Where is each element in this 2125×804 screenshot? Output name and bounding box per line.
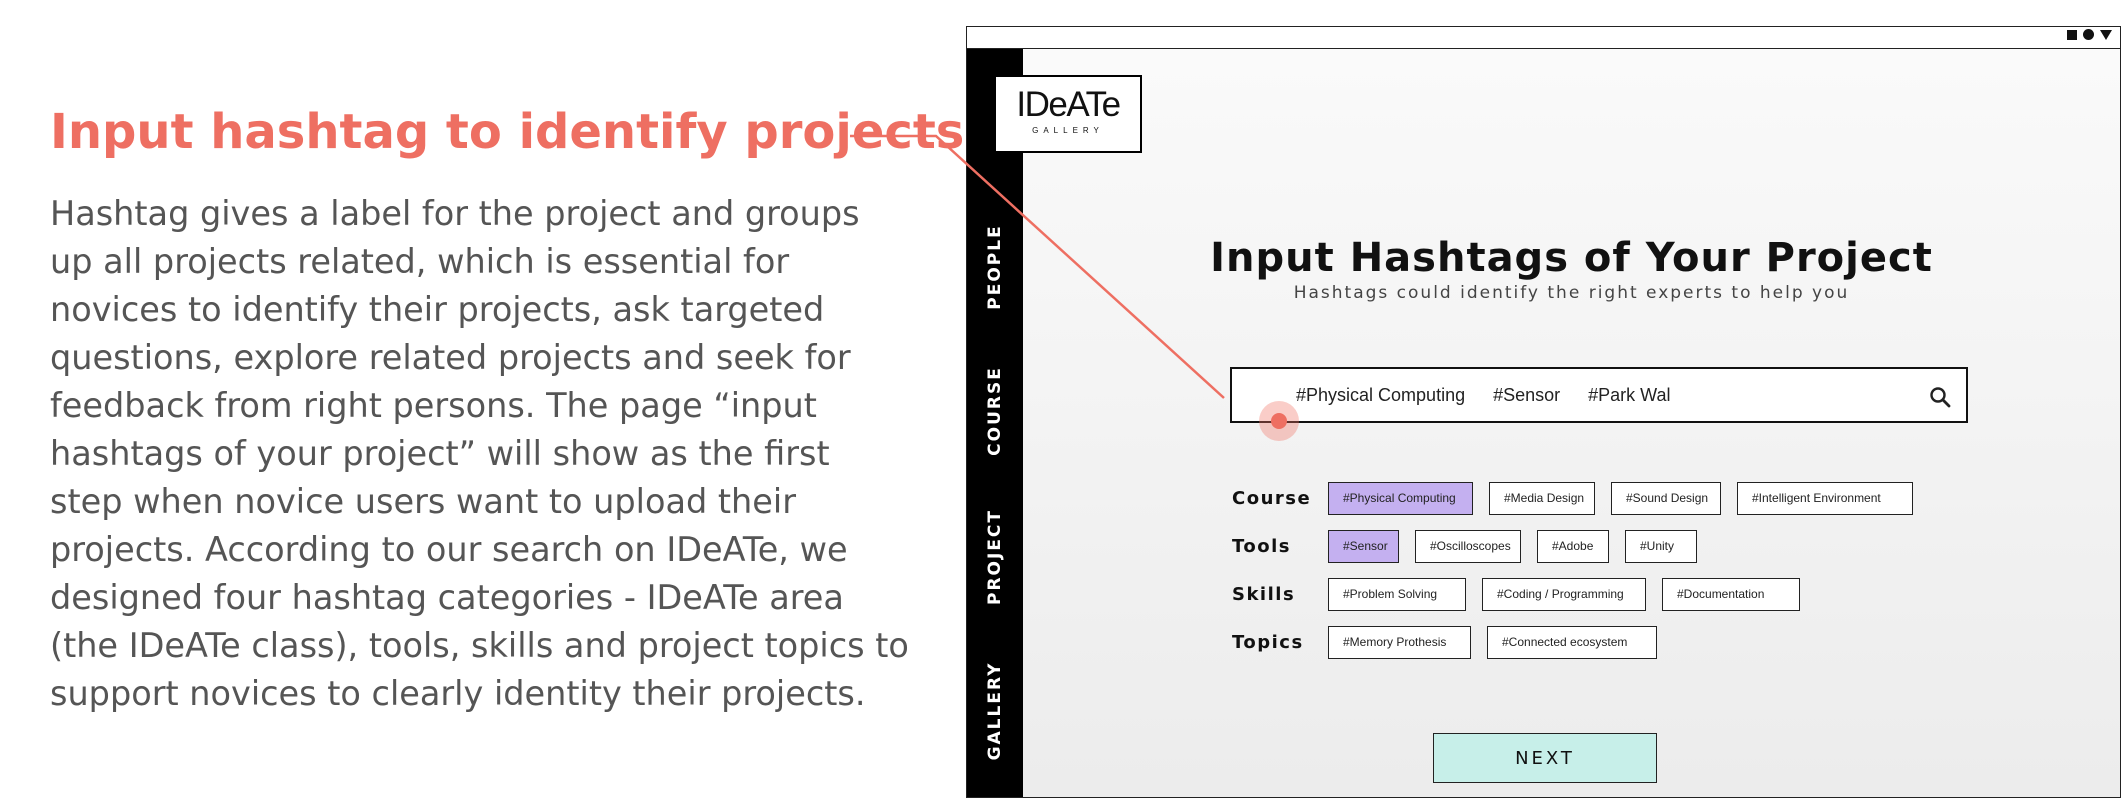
category-row-tools: Tools #Sensor #Oscilloscopes #Adobe #Uni… (1232, 529, 1697, 563)
page-subtitle: Hashtags could identify the right expert… (1293, 283, 1850, 303)
page-title: Input Hashtags of Your Project (1210, 235, 1933, 281)
logo-subtitle: GALLERY (1032, 126, 1104, 135)
hashtag-chip[interactable]: #Sound Design (1611, 481, 1721, 515)
hashtag-chip[interactable]: #Oscilloscopes (1415, 529, 1521, 563)
sidebar-item-project[interactable]: PROJECT (985, 509, 1005, 605)
annotation-title: Input hashtag to identify projects (50, 104, 965, 160)
square-icon[interactable] (2067, 29, 2077, 40)
category-label: Skills (1232, 583, 1296, 605)
search-icon[interactable] (1928, 385, 1952, 409)
category-row-skills: Skills #Problem Solving #Coding / Progra… (1232, 577, 1800, 611)
annotation-body: Hashtag gives a label for the project an… (50, 194, 909, 713)
hashtag-chip[interactable]: #Memory Prothesis (1328, 625, 1471, 659)
category-row-course: Course #Physical Computing #Media Design… (1232, 481, 1913, 515)
entered-tag: #Sensor (1493, 385, 1561, 405)
callout-marker (1259, 401, 1299, 441)
sidebar-item-course[interactable]: COURSE (985, 366, 1005, 456)
hashtag-chip[interactable]: #Unity (1625, 529, 1697, 563)
hashtag-chip[interactable]: #Coding / Programming (1482, 577, 1646, 611)
triangle-down-icon[interactable] (2100, 29, 2112, 40)
circle-icon[interactable] (2083, 29, 2094, 40)
category-label: Topics (1232, 631, 1304, 653)
entered-hashtags: #Physical Computing #Sensor #Park Wal (1296, 385, 1671, 406)
sidebar: PEOPLE COURSE PROJECT GALLERY (967, 49, 1023, 797)
sidebar-item-people[interactable]: PEOPLE (985, 224, 1005, 309)
hashtag-chip[interactable]: #Media Design (1489, 481, 1595, 515)
main-content: Input Hashtags of Your Project Hashtags … (1023, 49, 2120, 797)
hashtag-search-input[interactable]: #Physical Computing #Sensor #Park Wal (1230, 367, 1968, 423)
entered-tag: #Physical Computing (1296, 385, 1466, 405)
window-controls (2067, 29, 2112, 40)
sidebar-item-gallery[interactable]: GALLERY (985, 662, 1005, 761)
ideate-logo[interactable]: IDeATe GALLERY (994, 75, 1142, 153)
hashtag-chip[interactable]: #Intelligent Environment (1737, 481, 1913, 515)
hashtag-chip[interactable]: #Sensor (1328, 529, 1399, 563)
category-label: Course (1232, 487, 1312, 509)
hashtag-chip[interactable]: #Problem Solving (1328, 577, 1466, 611)
hashtag-chip[interactable]: #Physical Computing (1328, 481, 1473, 515)
category-row-topics: Topics #Memory Prothesis #Connected ecos… (1232, 625, 1657, 659)
category-label: Tools (1232, 535, 1292, 557)
entered-tag: #Park Wal (1588, 385, 1671, 405)
logo-wordmark: IDeATe (1016, 85, 1121, 124)
hashtag-chip[interactable]: #Adobe (1537, 529, 1609, 563)
browser-window: PEOPLE COURSE PROJECT GALLERY IDeATe GAL… (966, 26, 2121, 798)
window-titlebar (967, 27, 2120, 49)
hashtag-chip[interactable]: #Connected ecosystem (1487, 625, 1657, 659)
next-button[interactable]: NEXT (1433, 733, 1657, 783)
hashtag-chip[interactable]: #Documentation (1662, 577, 1800, 611)
